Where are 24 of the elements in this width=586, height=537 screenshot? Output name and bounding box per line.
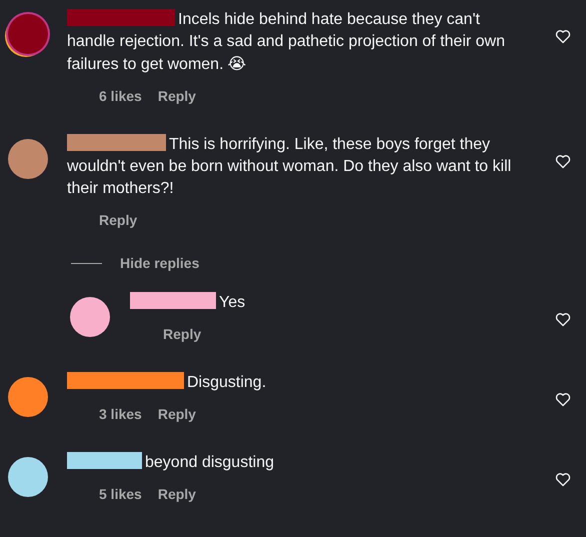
avatar[interactable]: [8, 457, 48, 497]
likes-count[interactable]: 5 likes: [99, 484, 142, 505]
heart-icon[interactable]: [555, 29, 571, 44]
avatar[interactable]: [8, 139, 48, 179]
heart-icon[interactable]: [555, 312, 571, 327]
reply-link[interactable]: Reply: [158, 484, 196, 505]
comment-text: beyond disgusting: [67, 452, 522, 474]
comment-text: This is horrifying. Like, these boys forget they wouldn't even be born without woman. Do they also want to kill their mothers?!: [67, 134, 512, 199]
crying-emoji: 😭: [228, 54, 246, 73]
reply-link[interactable]: Reply: [163, 324, 202, 345]
comment-text: Yes: [130, 292, 540, 314]
heart-icon[interactable]: [555, 472, 571, 487]
reply-link[interactable]: Reply: [99, 210, 138, 231]
likes-count[interactable]: 3 likes: [99, 404, 142, 425]
avatar[interactable]: [70, 297, 110, 337]
avatar[interactable]: [8, 377, 48, 417]
comment-text: Incels hide behind hate because they can't handle rejection. It's a sad and pathetic projection of their own failures to get women. 😭: [67, 9, 506, 75]
comment-text: Disgusting.: [67, 372, 522, 394]
reply-link[interactable]: Reply: [158, 404, 196, 425]
heart-icon[interactable]: [555, 392, 571, 407]
reply-link[interactable]: Reply: [158, 86, 196, 107]
hide-replies-toggle[interactable]: Hide replies: [120, 253, 200, 274]
likes-count[interactable]: 6 likes: [99, 86, 142, 107]
heart-icon[interactable]: [555, 154, 571, 169]
